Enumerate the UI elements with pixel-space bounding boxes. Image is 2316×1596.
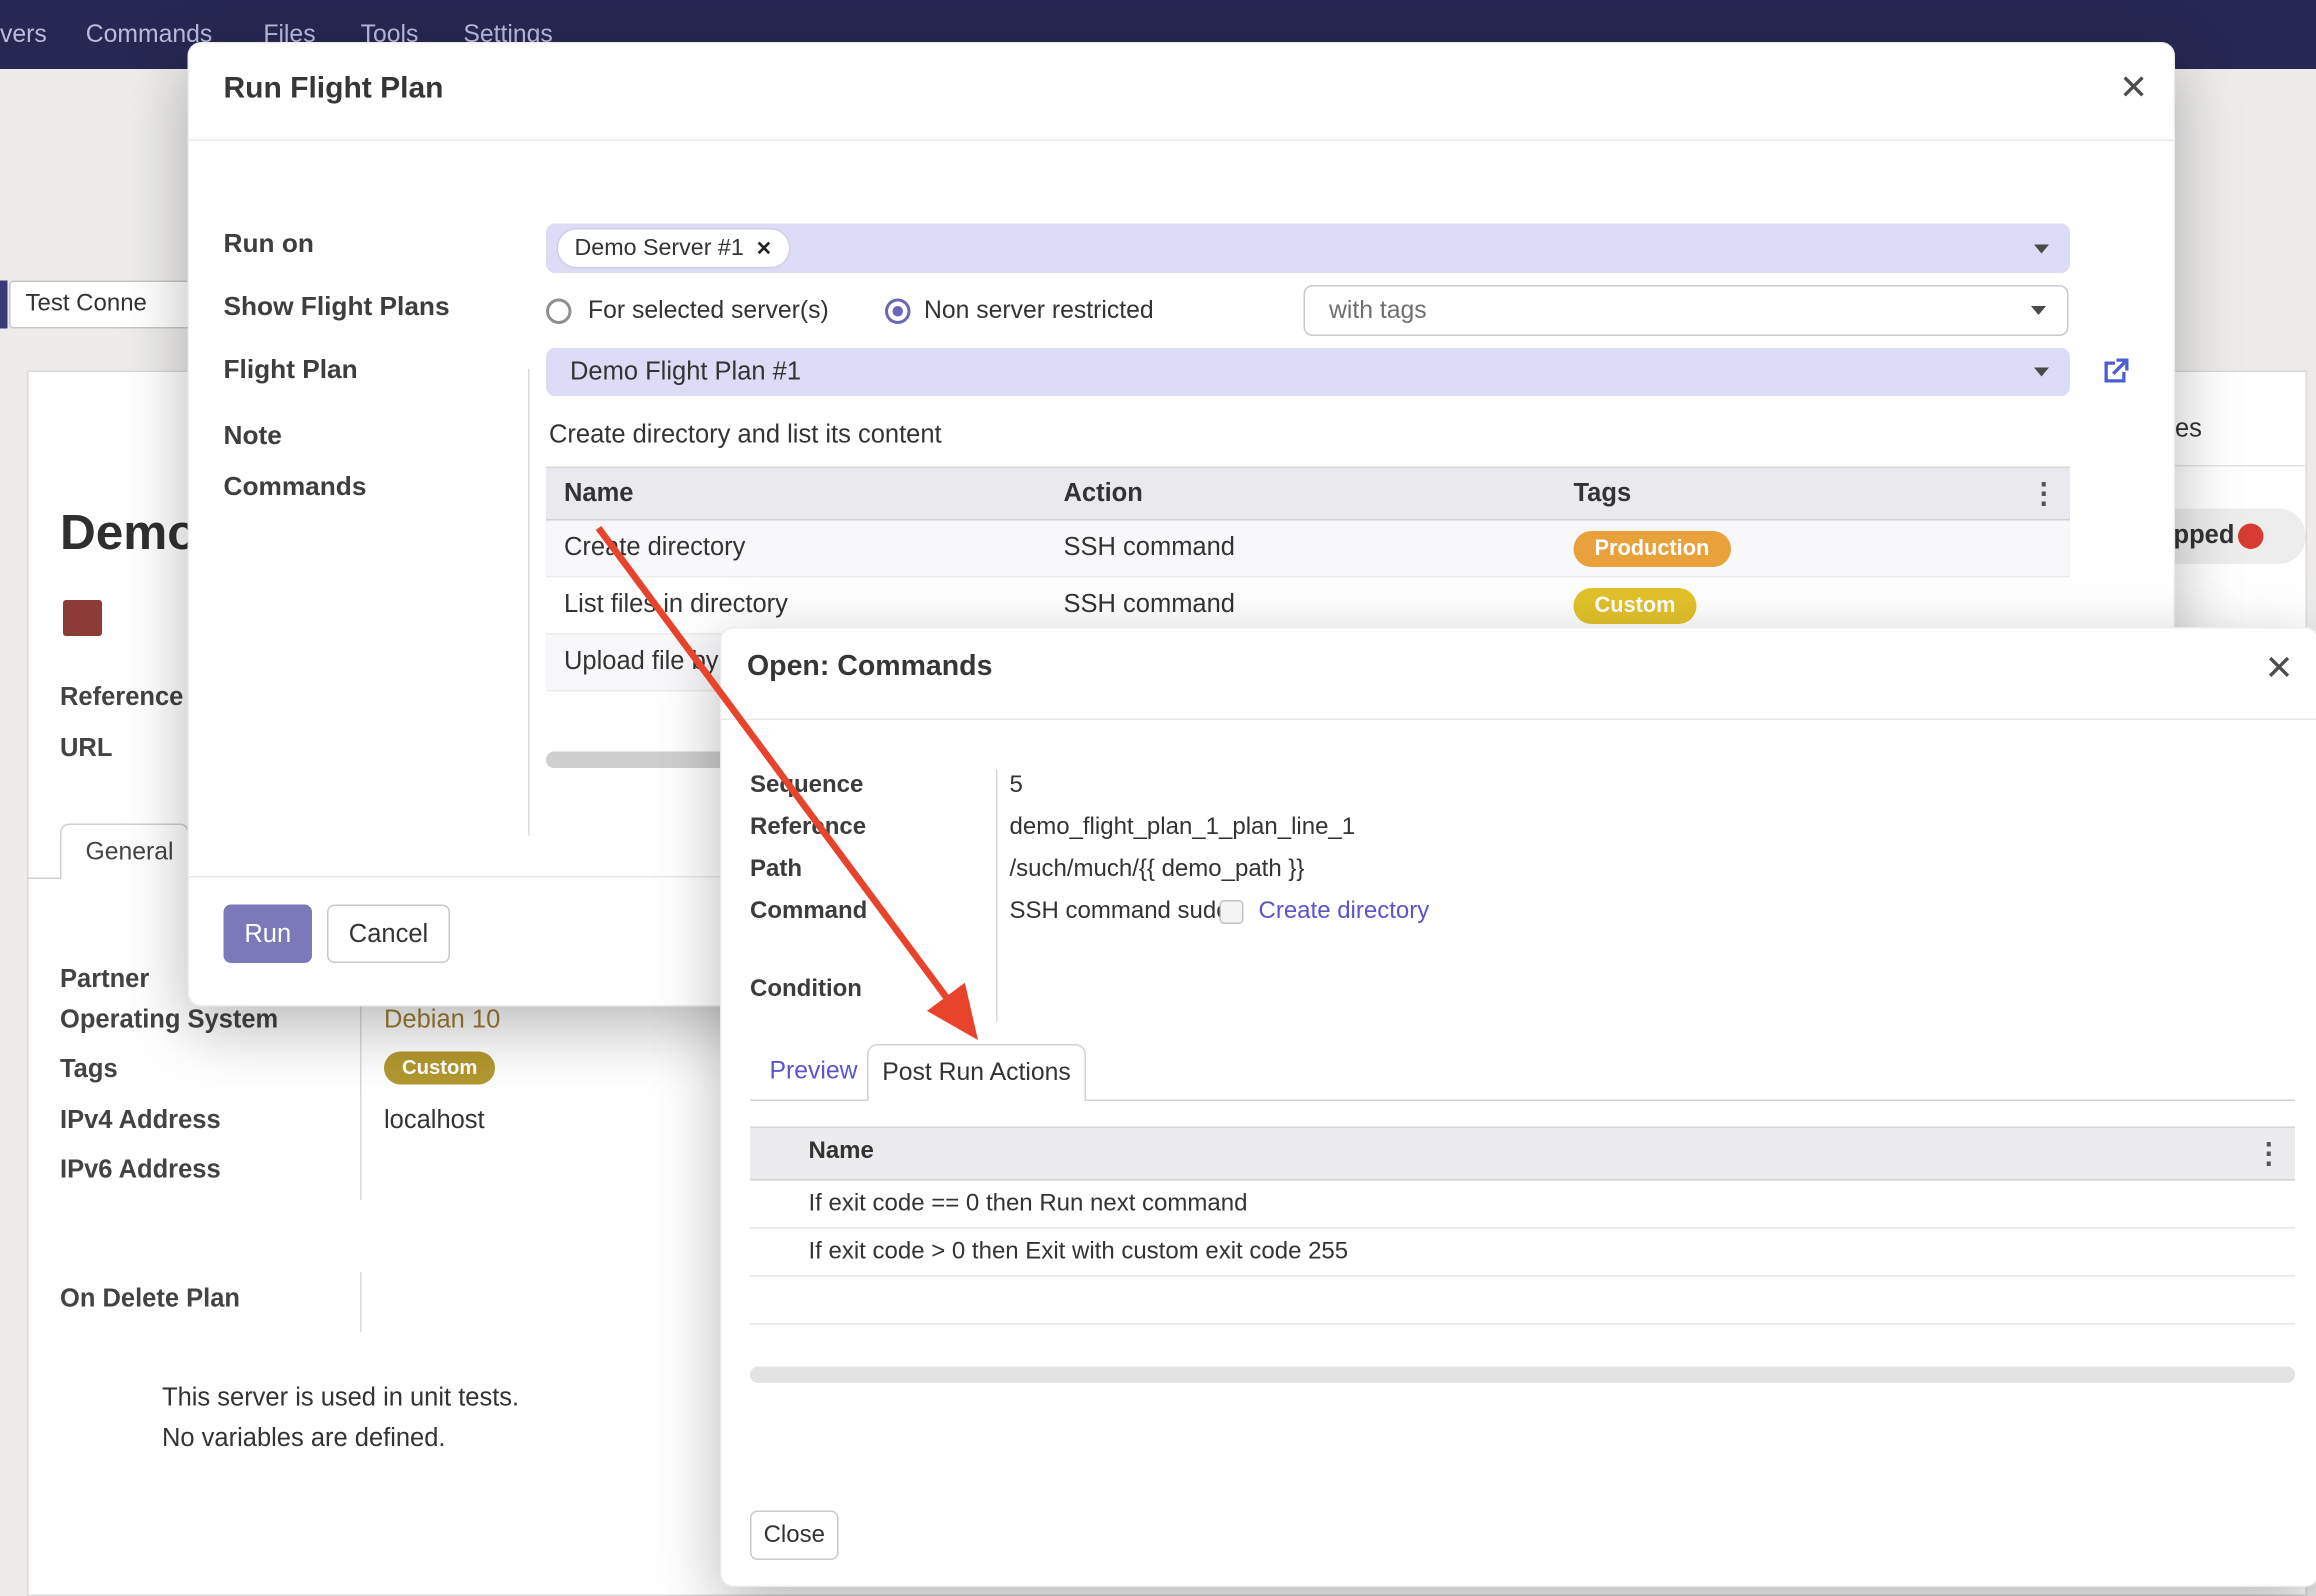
run-on-label: Run on (224, 228, 314, 260)
col-header-action: Action (1064, 479, 1143, 509)
run-modal-title: Run Flight Plan (224, 72, 444, 107)
server-chip-label: Demo Server #1 (575, 235, 744, 262)
open-modal-title: Open: Commands (747, 651, 992, 684)
command-value: SSH command sudo (1010, 899, 1230, 926)
field-label-reference: Reference (60, 683, 183, 713)
nav-item-servers-partial[interactable]: vers (0, 20, 47, 49)
actions-table-header: Name ⋮ (750, 1127, 2295, 1181)
table-row[interactable]: If exit code == 0 then Run next command (750, 1181, 2295, 1229)
note-label: Note (224, 420, 282, 452)
open-commands-modal: Open: Commands ✕ Sequence 5 Reference de… (720, 627, 2316, 1587)
cell-name: Create directory (564, 533, 745, 563)
horizontal-scrollbar-track[interactable] (750, 1367, 2295, 1384)
flight-plan-label: Flight Plan (224, 354, 358, 386)
tab-general[interactable]: General (60, 824, 189, 880)
cell-action: SSH command (1064, 533, 1235, 563)
reference-value: demo_flight_plan_1_plan_line_1 (1010, 815, 1356, 842)
test-connection-button[interactable]: Test Conne (9, 281, 191, 329)
command-record-link[interactable]: Create directory (1259, 899, 1430, 926)
cancel-button-label: Cancel (349, 919, 428, 949)
unit-test-note-line2: No variables are defined. (162, 1424, 446, 1454)
server-tag-badge: Custom (384, 1052, 495, 1085)
field-label-partner: Partner (60, 965, 149, 995)
open-modal-close-icon[interactable]: ✕ (2265, 651, 2294, 686)
flight-plan-select[interactable]: Demo Flight Plan #1 (546, 348, 2070, 396)
command-label: Command (750, 899, 867, 926)
flight-plan-value: Demo Flight Plan #1 (546, 357, 801, 387)
col-header-tags: Tags (1574, 479, 1632, 509)
tag-badge-production: Production (1574, 531, 1731, 567)
field-label-ipv4: IPv4 Address (60, 1106, 221, 1136)
screen: vers Commands Files Tools Settings Test … (0, 0, 2316, 1596)
cut-button-sliver[interactable] (0, 281, 8, 329)
open-modal-header-divider (722, 719, 2316, 721)
table-options-kebab-icon[interactable]: ⋮ (2255, 1137, 2284, 1172)
tab-preview[interactable]: Preview (770, 1058, 858, 1087)
status-text-partial: pped (2174, 521, 2235, 551)
caret-down-icon[interactable] (2034, 368, 2049, 377)
caret-down-icon[interactable] (2034, 244, 2049, 253)
col-header-name: Name (809, 1139, 874, 1166)
table-row[interactable]: Create directory SSH command Production (546, 521, 2070, 578)
ipv4-value: localhost (384, 1106, 485, 1136)
server-chip[interactable]: Demo Server #1 ✕ (558, 230, 789, 268)
commands-label: Commands (224, 471, 367, 503)
action-rule-text: If exit code > 0 then Exit with custom e… (809, 1239, 1349, 1266)
tab-post-run-actions[interactable]: Post Run Actions (867, 1044, 1086, 1101)
show-flight-plans-label: Show Flight Plans (224, 291, 450, 323)
radio-non-server-restricted[interactable] (885, 299, 911, 325)
open-modal-label-separator (996, 770, 998, 1022)
sequence-value: 5 (1010, 773, 1023, 800)
col-header-name: Name (564, 479, 633, 509)
note-value: Create directory and list its content (549, 420, 942, 450)
caret-down-icon[interactable] (2031, 306, 2046, 315)
radio-non-server-restricted-label[interactable]: Non server restricted (924, 297, 1154, 326)
table-row-empty[interactable] (750, 1277, 2295, 1325)
action-rule-text: If exit code == 0 then Run next command (809, 1191, 1248, 1218)
command-checkbox[interactable] (1220, 900, 1244, 924)
close-button-label: Close (764, 1522, 825, 1549)
cancel-button[interactable]: Cancel (327, 905, 450, 964)
unit-test-note-line1: This server is used in unit tests. (162, 1383, 519, 1413)
field-separator-line-2 (360, 1272, 362, 1332)
condition-label: Condition (750, 977, 862, 1004)
with-tags-select[interactable]: with tags (1304, 285, 2069, 336)
run-on-select[interactable]: Demo Server #1 ✕ (546, 224, 2070, 274)
right-text-fragment: es (2175, 414, 2202, 444)
radio-for-selected-servers-label[interactable]: For selected server(s) (588, 297, 829, 326)
radio-for-selected-servers[interactable] (546, 299, 572, 325)
server-color-swatch[interactable] (63, 600, 102, 636)
field-label-on-delete-plan: On Delete Plan (60, 1284, 240, 1314)
field-label-url: URL (60, 734, 112, 764)
chip-remove-icon[interactable]: ✕ (756, 236, 772, 260)
status-stopped-dot-icon (2238, 524, 2264, 550)
field-label-tags: Tags (60, 1055, 118, 1085)
run-modal-header-divider (189, 140, 2174, 142)
cell-action: SSH command (1064, 590, 1235, 620)
tab-post-run-actions-label: Post Run Actions (882, 1059, 1070, 1088)
field-label-ipv6: IPv6 Address (60, 1155, 221, 1185)
commands-table-header: Name Action Tags ⋮ (546, 467, 2070, 521)
run-modal-close-icon[interactable]: ✕ (2119, 71, 2148, 106)
server-title-partial: Demo (60, 504, 198, 561)
right-header-divider (2175, 465, 2307, 467)
table-options-kebab-icon[interactable]: ⋮ (2030, 477, 2059, 512)
run-button[interactable]: Run (224, 905, 313, 964)
cell-name: Upload file by (564, 647, 719, 677)
table-row[interactable]: List files in directory SSH command Cust… (546, 578, 2070, 635)
tag-badge-custom: Custom (1574, 588, 1697, 624)
cell-name: List files in directory (564, 590, 788, 620)
close-button[interactable]: Close (750, 1511, 839, 1561)
path-value: /such/much/{{ demo_path }} (1010, 857, 1305, 884)
with-tags-placeholder: with tags (1305, 296, 1427, 325)
sequence-label: Sequence (750, 773, 863, 800)
path-label: Path (750, 857, 802, 884)
reference-label: Reference (750, 815, 866, 842)
operating-system-value-link[interactable]: Debian 10 (384, 1005, 500, 1035)
table-row[interactable]: If exit code > 0 then Exit with custom e… (750, 1229, 2295, 1277)
external-link-icon[interactable] (2097, 354, 2133, 390)
modal-label-separator (528, 369, 530, 836)
run-button-label: Run (244, 919, 291, 949)
field-label-operating-system: Operating System (60, 1005, 278, 1035)
